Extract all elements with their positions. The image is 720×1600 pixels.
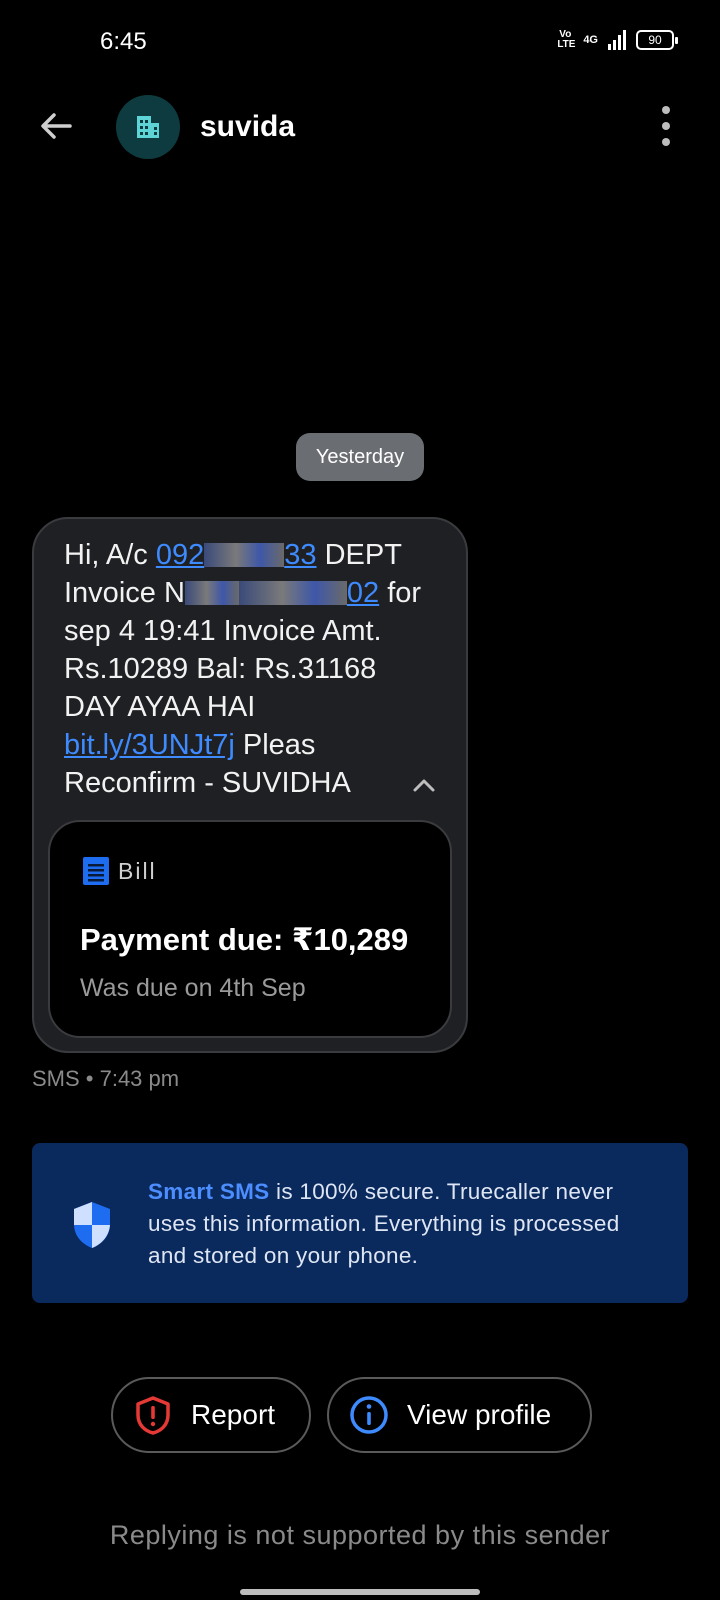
date-chip: Yesterday bbox=[296, 433, 424, 481]
status-time: 6:45 bbox=[100, 28, 147, 55]
bill-due-date: Was due on 4th Sep bbox=[80, 974, 306, 1002]
reply-not-supported-note: Replying is not supported by this sender bbox=[109, 1520, 611, 1550]
home-indicator[interactable] bbox=[240, 1589, 480, 1595]
bill-label: Bill bbox=[118, 858, 157, 884]
conversation-title[interactable]: suvida bbox=[200, 110, 295, 144]
back-arrow-icon[interactable] bbox=[36, 106, 76, 146]
bill-amount: Payment due: ₹10,289 bbox=[80, 922, 409, 957]
volte-indicator: Vo LTE bbox=[557, 29, 576, 50]
report-button[interactable]: Report bbox=[111, 1377, 311, 1453]
bill-icon bbox=[82, 856, 110, 886]
info-icon bbox=[350, 1396, 388, 1434]
view-profile-label: View profile bbox=[407, 1399, 552, 1430]
account-number-link[interactable]: 092 33 bbox=[156, 539, 317, 571]
building-icon bbox=[137, 116, 159, 138]
message-meta: SMS • 7:43 pm bbox=[32, 1066, 180, 1091]
signal-icon bbox=[608, 30, 626, 50]
status-icons: Vo LTE 4G 90 bbox=[557, 29, 678, 50]
more-options-icon[interactable] bbox=[654, 106, 678, 146]
smart-sms-text: Smart SMS is 100% secure. Truecaller nev… bbox=[148, 1179, 620, 1268]
sender-avatar[interactable] bbox=[116, 95, 180, 159]
network-type: 4G bbox=[583, 34, 598, 46]
message-text: Hi, A/c 092 33 DEPT Invoice N 02 for sep 4… bbox=[64, 539, 422, 799]
invoice-number-link[interactable]: 02 bbox=[238, 577, 379, 609]
collapse-chevron-icon[interactable] bbox=[410, 775, 438, 795]
smart-sms-highlight: Smart SMS bbox=[148, 1179, 270, 1204]
message-url-link[interactable]: bit.ly/3UNJt7j bbox=[64, 729, 235, 761]
view-profile-button[interactable]: View profile bbox=[327, 1377, 592, 1453]
report-shield-icon bbox=[136, 1396, 170, 1435]
report-label: Report bbox=[191, 1399, 276, 1430]
battery-icon: 90 bbox=[636, 30, 678, 50]
shield-icon bbox=[70, 1200, 114, 1250]
